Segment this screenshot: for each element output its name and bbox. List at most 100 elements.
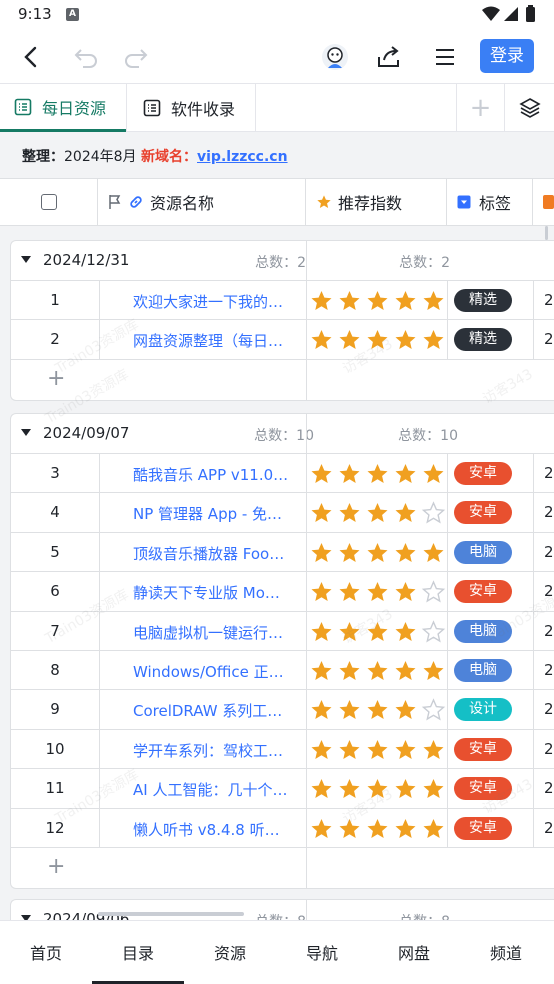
share-icon[interactable] [372,40,406,74]
star-filled-icon[interactable] [393,659,418,683]
add-record-row[interactable]: + [11,359,554,400]
menu-icon[interactable] [428,40,462,74]
star-filled-icon[interactable] [337,817,362,841]
star-filled-icon[interactable] [337,501,362,525]
rating-stars[interactable] [309,817,446,841]
star-filled-icon[interactable] [421,659,446,683]
rating-stars[interactable] [309,580,446,604]
star-filled-icon[interactable] [365,501,390,525]
star-filled-icon[interactable] [309,738,334,762]
star-filled-icon[interactable] [421,541,446,565]
star-filled-icon[interactable] [421,462,446,486]
star-filled-icon[interactable] [337,541,362,565]
horizontal-scrollbar[interactable] [98,912,244,916]
rating-stars[interactable] [309,738,446,762]
star-filled-icon[interactable] [365,328,390,352]
star-filled-icon[interactable] [365,698,390,722]
rating-stars[interactable] [309,777,446,801]
star-filled-icon[interactable] [337,328,362,352]
table-row[interactable]: 9 CorelDRAW 系列工… 设计 2( [11,690,554,730]
resource-name-link[interactable]: CorelDRAW 系列工… [133,700,295,721]
table-row[interactable]: 5 顶级音乐播放器 Foo… 电脑 2( [11,532,554,573]
redo-icon[interactable] [118,40,152,74]
table-row[interactable]: 7 电脑虚拟机一键运行… 电脑 2( [11,611,554,651]
login-button[interactable]: 登录 [480,39,534,73]
star-filled-icon[interactable] [365,817,390,841]
star-filled-icon[interactable] [337,659,362,683]
star-filled-icon[interactable] [309,777,334,801]
resource-name-link[interactable]: 电脑虚拟机一键运行… [133,622,295,643]
star-filled-icon[interactable] [309,501,334,525]
star-filled-icon[interactable] [337,580,362,604]
star-filled-icon[interactable] [337,620,362,644]
star-filled-icon[interactable] [393,462,418,486]
resource-name-link[interactable]: AI 人工智能：几十个… [133,779,295,800]
star-filled-icon[interactable] [365,659,390,683]
column-header-tag[interactable]: 标签 [447,179,533,225]
star-filled-icon[interactable] [421,817,446,841]
rating-stars[interactable] [309,619,446,644]
star-filled-icon[interactable] [337,698,362,722]
rating-stars[interactable] [309,462,446,486]
nav-item[interactable]: 资源 [184,921,276,984]
star-filled-icon[interactable] [309,817,334,841]
star-filled-icon[interactable] [309,462,334,486]
vertical-scrollbar[interactable] [545,226,548,240]
column-header-rating[interactable]: 推荐指数 [306,179,447,225]
rating-stars[interactable] [309,659,446,683]
resource-name-link[interactable]: 欢迎大家进一下我的… [133,291,295,312]
star-filled-icon[interactable] [365,580,390,604]
star-filled-icon[interactable] [309,328,334,352]
nav-item[interactable]: 网盘 [368,921,460,984]
table-row[interactable]: 2 网盘资源整理（每日… 精选 2( [11,320,554,360]
nav-item[interactable]: 导航 [276,921,368,984]
add-view-button[interactable]: + [456,84,504,132]
add-record-button[interactable]: + [47,366,65,391]
table-row[interactable]: 6 静读天下专业版 Mo… 安卓 2( [11,572,554,612]
table-row[interactable]: 4 NP 管理器 App - 免… 安卓 2( [11,493,554,533]
star-filled-icon[interactable] [309,541,334,565]
nav-item[interactable]: 目录 [92,921,184,984]
star-empty-icon[interactable] [421,501,446,525]
table-row[interactable]: 12 懒人听书 v8.4.8 听… 安卓 2( [11,808,554,848]
select-all-checkbox[interactable] [40,194,57,210]
resource-name-link[interactable]: 学开车系列：驾校工… [133,740,295,761]
star-filled-icon[interactable] [393,501,418,525]
group-header[interactable]: 2024/09/07 总数：10 总数：10 [11,414,554,454]
star-empty-icon[interactable] [421,619,446,644]
star-filled-icon[interactable] [365,289,390,313]
star-filled-icon[interactable] [365,541,390,565]
star-filled-icon[interactable] [393,738,418,762]
star-filled-icon[interactable] [309,289,334,313]
star-filled-icon[interactable] [393,777,418,801]
table-row[interactable]: 3 酷我音乐 APP v11.0… 安卓 2( [11,454,554,494]
resource-name-link[interactable]: NP 管理器 App - 免… [133,503,295,524]
table-row[interactable]: 11 AI 人工智能：几十个… 安卓 2( [11,769,554,809]
resource-name-link[interactable]: 静读天下专业版 Mo… [133,582,295,603]
tab-daily-resources[interactable]: 每日资源 [0,84,126,132]
star-filled-icon[interactable] [393,328,418,352]
star-filled-icon[interactable] [365,462,390,486]
group-header[interactable]: 2024/09/06总数：8总数：8 [11,900,554,920]
rating-stars[interactable] [309,328,446,352]
star-filled-icon[interactable] [365,620,390,644]
resource-name-link[interactable]: 网盘资源整理（每日… [133,330,295,351]
table-row[interactable]: 10 学开车系列：驾校工… 安卓 2( [11,729,554,770]
rating-stars[interactable] [309,289,446,313]
resource-name-link[interactable]: 酷我音乐 APP v11.0… [133,464,295,485]
domain-link[interactable]: vip.lzzcc.cn [197,149,288,165]
rating-stars[interactable] [309,501,446,525]
avatar-icon[interactable] [318,40,352,74]
caret-down-icon[interactable] [21,429,31,436]
tab-software[interactable]: 软件收录 [126,84,256,132]
star-filled-icon[interactable] [393,541,418,565]
table-row[interactable]: 1 欢迎大家进一下我的… 精选 2( [11,281,554,321]
resource-name-link[interactable]: 顶级音乐播放器 Foo… [133,543,295,564]
star-filled-icon[interactable] [421,738,446,762]
star-filled-icon[interactable] [309,580,334,604]
star-filled-icon[interactable] [337,289,362,313]
star-filled-icon[interactable] [393,289,418,313]
star-filled-icon[interactable] [365,777,390,801]
nav-item[interactable]: 频道 [460,921,552,984]
add-record-row[interactable]: + [11,847,554,888]
